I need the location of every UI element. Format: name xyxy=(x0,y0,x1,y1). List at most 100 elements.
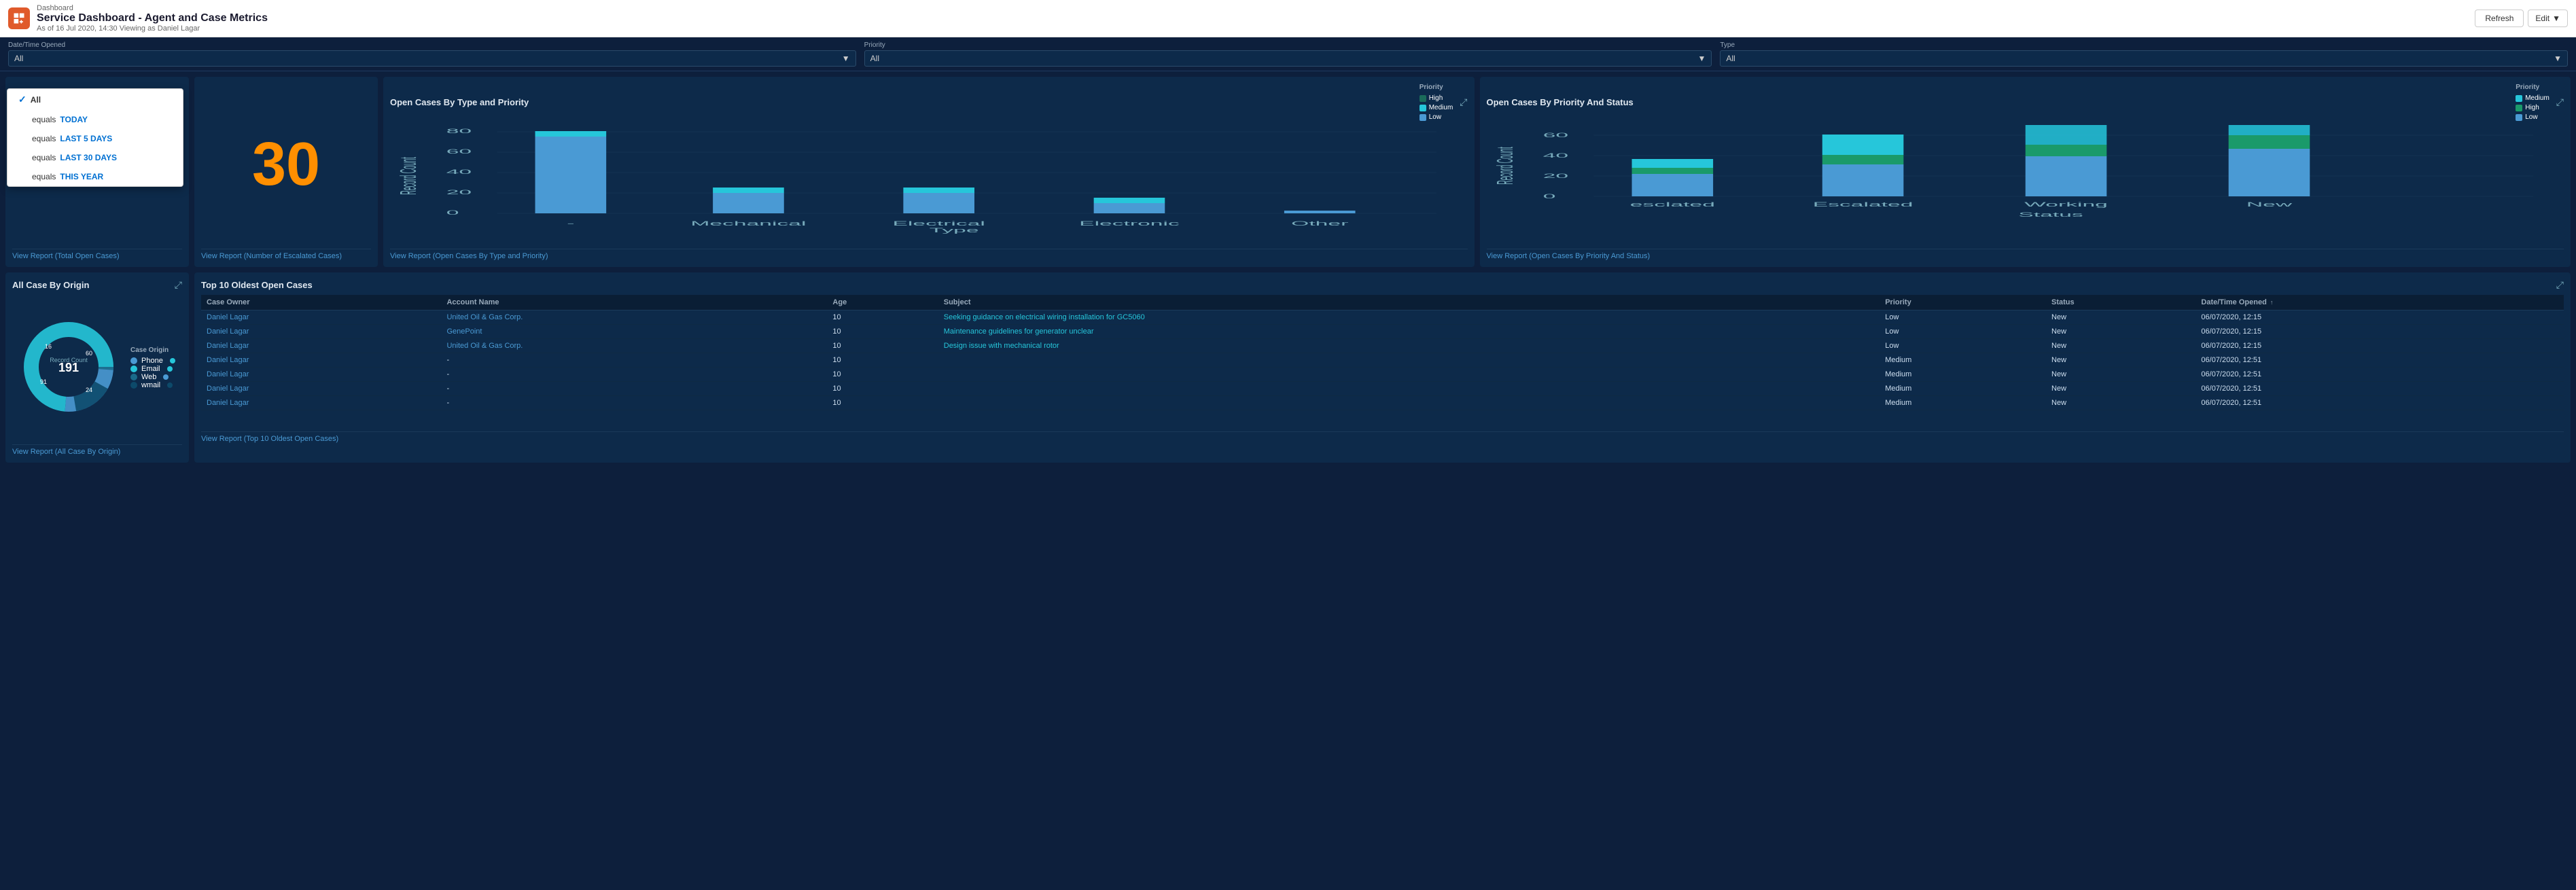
cell-age: 10 xyxy=(827,353,938,368)
svg-text:Electrical: Electrical xyxy=(892,220,985,227)
total-open-footer[interactable]: View Report (Total Open Cases) xyxy=(12,249,182,260)
cell-owner: Daniel Lagar xyxy=(201,353,441,368)
legend-high2: High xyxy=(2516,104,2549,111)
col-account: Account Name xyxy=(441,295,827,310)
table-row: Daniel Lagar - 10 Medium New 06/07/2020,… xyxy=(201,396,2564,410)
date-filter-group: Date/Time Opened All ▼ xyxy=(8,41,856,67)
table-row: Daniel Lagar - 10 Medium New 06/07/2020,… xyxy=(201,368,2564,382)
open-by-type-footer[interactable]: View Report (Open Cases By Type and Prio… xyxy=(390,249,1468,260)
page-subtitle: As of 16 Jul 2020, 14:30 Viewing as Dani… xyxy=(37,24,2475,33)
svg-text:91: 91 xyxy=(40,378,47,385)
cell-date: 06/07/2020, 12:51 xyxy=(2195,382,2564,396)
expand-icon[interactable]: ⤢ xyxy=(1460,96,1467,108)
svg-text:-: - xyxy=(567,220,574,227)
open-by-type-chart: 80 60 40 20 0 - Mechanical xyxy=(390,125,1468,245)
cell-status: New xyxy=(2046,368,2195,382)
table-row: Daniel Lagar - 10 Medium New 06/07/2020,… xyxy=(201,353,2564,368)
cell-status: New xyxy=(2046,339,2195,353)
expand-icon2[interactable]: ⤢ xyxy=(2556,96,2564,108)
edit-button[interactable]: Edit ▼ xyxy=(2528,10,2568,27)
cell-date: 06/07/2020, 12:15 xyxy=(2195,339,2564,353)
cell-status: New xyxy=(2046,325,2195,339)
cell-priority: Low xyxy=(1880,339,2046,353)
svg-text:0: 0 xyxy=(446,209,459,216)
cell-account: United Oil & Gas Corp. xyxy=(441,310,827,325)
cell-account: United Oil & Gas Corp. xyxy=(441,339,827,353)
open-by-priority-legend: Priority Medium High Low xyxy=(2516,84,2549,121)
medium-color xyxy=(1419,105,1426,111)
escalated-card: 30 View Report (Number of Escalated Case… xyxy=(194,77,378,267)
cell-date: 06/07/2020, 12:15 xyxy=(2195,325,2564,339)
bar-chart-svg: 80 60 40 20 0 - Mechanical xyxy=(395,125,1462,234)
expand-icon4[interactable]: ⤢ xyxy=(2556,279,2564,291)
open-by-priority-footer[interactable]: View Report (Open Cases By Priority And … xyxy=(1487,249,2564,260)
sort-arrow: ↑ xyxy=(2270,299,2274,306)
low-color xyxy=(1419,114,1426,121)
date-filter-select[interactable]: All ▼ xyxy=(8,50,856,67)
dropdown-item-last30[interactable]: equals LAST 30 DAYS xyxy=(7,148,183,167)
top-bar: Dashboard Service Dashboard - Agent and … xyxy=(0,0,2576,37)
all-by-origin-footer[interactable]: View Report (All Case By Origin) xyxy=(12,444,182,456)
cell-subject xyxy=(938,382,1880,396)
chevron-down-icon: ▼ xyxy=(2554,54,2562,63)
escalated-footer[interactable]: View Report (Number of Escalated Cases) xyxy=(201,249,371,260)
cell-priority: Low xyxy=(1880,325,2046,339)
priority-filter-select[interactable]: All ▼ xyxy=(864,50,1712,67)
svg-text:New: New xyxy=(2246,201,2292,208)
dropdown-item-thisyear[interactable]: equals THIS YEAR xyxy=(7,167,183,186)
donut-legend-area: Case Origin Phone Email Web xyxy=(130,346,175,389)
expand-icon3[interactable]: ⤢ xyxy=(175,279,182,291)
type-filter-select[interactable]: All ▼ xyxy=(1720,50,2568,67)
svg-text:Escalated: Escalated xyxy=(1812,201,1913,208)
oldest-cases-footer[interactable]: View Report (Top 10 Oldest Open Cases) xyxy=(201,431,2564,443)
cell-age: 10 xyxy=(827,325,938,339)
type-filter-label: Type xyxy=(1720,41,2568,49)
cell-subject xyxy=(938,368,1880,382)
svg-text:191: 191 xyxy=(58,361,79,374)
cell-status: New xyxy=(2046,353,2195,368)
type-filter-group: Type All ▼ xyxy=(1720,41,2568,67)
oldest-cases-header: Top 10 Oldest Open Cases ⤢ xyxy=(201,279,2564,291)
cell-age: 10 xyxy=(827,382,938,396)
cell-priority: Medium xyxy=(1880,396,2046,410)
dropdown-item-today[interactable]: equals TODAY xyxy=(7,110,183,129)
open-by-type-header: Open Cases By Type and Priority Priority… xyxy=(390,84,1468,121)
cell-account: GenePoint xyxy=(441,325,827,339)
dropdown-item-last5[interactable]: equals LAST 5 DAYS xyxy=(7,129,183,148)
all-by-origin-card: All Case By Origin ⤢ Record Count 191 16… xyxy=(5,272,189,463)
svg-text:40: 40 xyxy=(446,168,472,175)
cell-status: New xyxy=(2046,310,2195,325)
app-icon xyxy=(8,7,30,29)
dropdown-item-all[interactable]: ✓ All xyxy=(7,89,183,110)
cases-table-body: Daniel Lagar United Oil & Gas Corp. 10 S… xyxy=(201,310,2564,410)
legend-web: Web xyxy=(130,373,175,381)
svg-text:Record Count: Record Count xyxy=(396,157,421,195)
cell-status: New xyxy=(2046,396,2195,410)
cell-account: - xyxy=(441,382,827,396)
legend-wmail: wmail xyxy=(130,381,175,389)
page-title: Service Dashboard - Agent and Case Metri… xyxy=(37,12,2475,24)
table-header: Case Owner Account Name Age Subject Prio… xyxy=(201,295,2564,310)
check-icon: ✓ xyxy=(18,94,27,105)
refresh-button[interactable]: Refresh xyxy=(2475,10,2524,27)
cell-account: - xyxy=(441,353,827,368)
priority-filter-label: Priority xyxy=(864,41,1712,49)
oldest-cases-card: Top 10 Oldest Open Cases ⤢ Case Owner Ac… xyxy=(194,272,2571,463)
svg-text:Other: Other xyxy=(1291,220,1348,227)
cell-subject: Seeking guidance on electrical wiring in… xyxy=(938,310,1880,325)
table-row: Daniel Lagar GenePoint 10 Maintenance gu… xyxy=(201,325,2564,339)
legend-low: Low xyxy=(1419,113,1453,121)
col-age: Age xyxy=(827,295,938,310)
chevron-down-icon: ▼ xyxy=(2552,14,2560,23)
cell-priority: Medium xyxy=(1880,382,2046,396)
chevron-down-icon: ▼ xyxy=(842,54,850,63)
open-by-type-title: Open Cases By Type and Priority xyxy=(390,97,529,107)
svg-text:Working: Working xyxy=(2024,201,2108,208)
cell-date: 06/07/2020, 12:51 xyxy=(2195,353,2564,368)
escalated-number: 30 xyxy=(201,134,371,195)
col-priority: Priority xyxy=(1880,295,2046,310)
filter-bar: Date/Time Opened All ▼ Priority All ▼ Ty… xyxy=(0,37,2576,71)
cell-subject xyxy=(938,353,1880,368)
oldest-cases-table: Case Owner Account Name Age Subject Prio… xyxy=(201,295,2564,410)
oldest-cases-table-container[interactable]: Case Owner Account Name Age Subject Prio… xyxy=(201,295,2564,427)
